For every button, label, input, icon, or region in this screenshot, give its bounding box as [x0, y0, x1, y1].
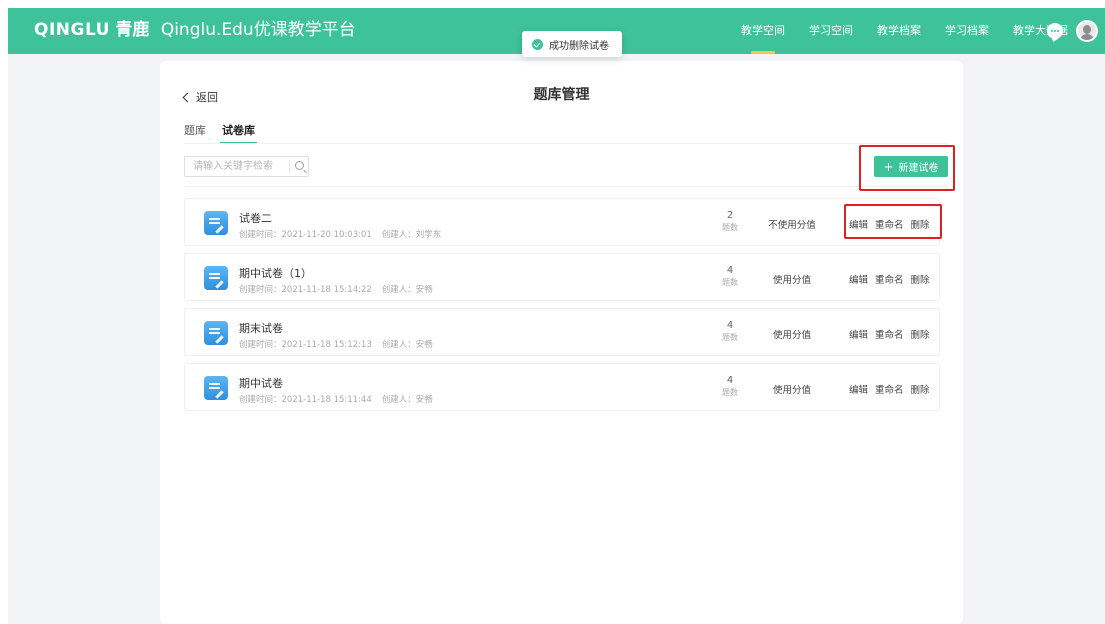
paper-creator: 创建人：安畅	[381, 395, 433, 405]
paper-creator: 创建人：安畅	[381, 340, 433, 350]
nav-learning-space[interactable]: 学习空间	[809, 8, 853, 54]
nav-teaching-space[interactable]: 教学空间	[741, 8, 785, 54]
success-check-icon	[532, 38, 543, 50]
new-paper-button[interactable]: + 新建试卷	[874, 156, 948, 177]
tab-paper-bank[interactable]: 试卷库	[220, 122, 257, 144]
question-count-label: 题数	[722, 388, 738, 397]
paper-meta: 创建时间：2021-11-18 15:14:22 创建人：安畅	[239, 283, 443, 295]
paper-created: 创建时间：2021-11-20 10:03:01	[239, 230, 372, 240]
question-count-label: 题数	[722, 278, 738, 287]
paper-row[interactable]: 期中试卷 创建时间：2021-11-18 15:11:44 创建人：安畅 4 题数 …	[184, 363, 940, 411]
tab-question-bank[interactable]: 题库	[184, 122, 206, 144]
paper-row[interactable]: 期末试卷 创建时间：2021-11-18 15:12:13 创建人：安畅 4 题数 …	[184, 308, 940, 356]
search-divider	[289, 160, 290, 173]
paper-doc-icon	[204, 321, 228, 345]
search-input[interactable]	[185, 157, 289, 176]
delete-button[interactable]: 删除	[911, 330, 930, 341]
brand-logo[interactable]: QINGLU 青鹿 Qinglu.Edu优课教学平台	[34, 19, 356, 41]
score-mode: 不使用分值	[768, 220, 816, 231]
paper-actions: 编辑 重命名 删除	[849, 217, 937, 231]
paper-row[interactable]: 期中试卷（1） 创建时间：2021-11-18 15:14:22 创建人：安畅 4…	[184, 253, 940, 301]
app-frame: QINGLU 青鹿 Qinglu.Edu优课教学平台 教学空间 学习空间 教学档…	[8, 8, 1105, 624]
question-count-label: 题数	[722, 223, 738, 232]
chat-bubble-icon[interactable]	[1047, 23, 1063, 39]
paper-meta: 创建时间：2021-11-18 15:12:13 创建人：安畅	[239, 338, 443, 350]
paper-title: 期中试卷（1）	[239, 267, 312, 280]
paper-meta: 创建时间：2021-11-18 15:11:44 创建人：安畅	[239, 393, 443, 405]
paper-doc-icon	[204, 266, 228, 290]
delete-button[interactable]: 删除	[911, 385, 930, 396]
nav-teaching-archive[interactable]: 教学档案	[877, 8, 921, 54]
success-toast: 成功删除试卷	[522, 31, 622, 57]
question-count: 4 题数	[705, 264, 755, 289]
paper-created: 创建时间：2021-11-18 15:12:13	[239, 340, 372, 350]
paper-created: 创建时间：2021-11-18 15:11:44	[239, 395, 372, 405]
question-count: 4 题数	[705, 374, 755, 399]
rename-button[interactable]: 重命名	[875, 385, 904, 396]
nav-learning-archive[interactable]: 学习档案	[945, 8, 989, 54]
edit-button[interactable]: 编辑	[849, 220, 868, 231]
paper-title: 期末试卷	[239, 322, 283, 335]
paper-title: 试卷二	[239, 212, 272, 225]
edit-button[interactable]: 编辑	[849, 385, 868, 396]
question-count-value: 4	[726, 320, 734, 331]
score-mode: 使用分值	[772, 330, 811, 341]
paper-row[interactable]: 试卷二 创建时间：2021-11-20 10:03:01 创建人：刘学东 2 题数 …	[184, 198, 940, 246]
paper-doc-icon	[204, 376, 228, 400]
question-count-value: 4	[726, 375, 734, 386]
paper-title: 期中试卷	[239, 377, 283, 390]
search-icon[interactable]	[295, 161, 304, 170]
score-mode: 使用分值	[772, 275, 811, 286]
edit-button[interactable]: 编辑	[849, 330, 868, 341]
paper-actions: 编辑 重命名 删除	[849, 327, 937, 341]
question-count-value: 2	[726, 210, 734, 221]
score-mode: 使用分值	[772, 385, 811, 396]
delete-button[interactable]: 删除	[911, 220, 930, 231]
bank-tabs: 题库 试卷库	[184, 122, 271, 144]
rename-button[interactable]: 重命名	[875, 275, 904, 286]
question-bank-panel: 返回 题库管理 题库 试卷库 + 新建试卷 试卷二 创建时间：2021-11-2…	[160, 61, 963, 624]
rename-button[interactable]: 重命名	[875, 330, 904, 341]
paper-creator: 创建人：安畅	[381, 285, 433, 295]
paper-doc-icon	[204, 211, 228, 235]
brand-name-en: QINGLU	[34, 20, 110, 40]
plus-icon: +	[883, 159, 894, 174]
search-box	[184, 156, 309, 177]
delete-button[interactable]: 删除	[911, 275, 930, 286]
page-title: 题库管理	[533, 87, 590, 103]
paper-meta: 创建时间：2021-11-20 10:03:01 创建人：刘学东	[239, 228, 451, 240]
question-count: 4 题数	[705, 319, 755, 344]
brand-name-cn: 青鹿	[115, 20, 150, 40]
question-count-value: 4	[726, 265, 734, 276]
paper-actions: 编辑 重命名 删除	[849, 272, 937, 286]
main-nav: 教学空间 学习空间 教学档案 学习档案 教学大数据	[741, 8, 1092, 54]
edit-button[interactable]: 编辑	[849, 275, 868, 286]
question-count: 2 题数	[705, 209, 755, 234]
toast-message: 成功删除试卷	[549, 40, 609, 52]
rename-button[interactable]: 重命名	[875, 220, 904, 231]
paper-toolbar: + 新建试卷	[184, 143, 948, 187]
question-count-label: 题数	[722, 333, 738, 342]
paper-list: 试卷二 创建时间：2021-11-20 10:03:01 创建人：刘学东 2 题数 …	[184, 198, 940, 418]
new-paper-label: 新建试卷	[898, 163, 939, 174]
user-avatar-icon[interactable]	[1076, 20, 1098, 42]
paper-actions: 编辑 重命名 删除	[849, 382, 937, 396]
paper-created: 创建时间：2021-11-18 15:14:22	[239, 285, 372, 295]
paper-creator: 创建人：刘学东	[381, 230, 442, 240]
brand-platform: Qinglu.Edu优课教学平台	[160, 20, 356, 40]
